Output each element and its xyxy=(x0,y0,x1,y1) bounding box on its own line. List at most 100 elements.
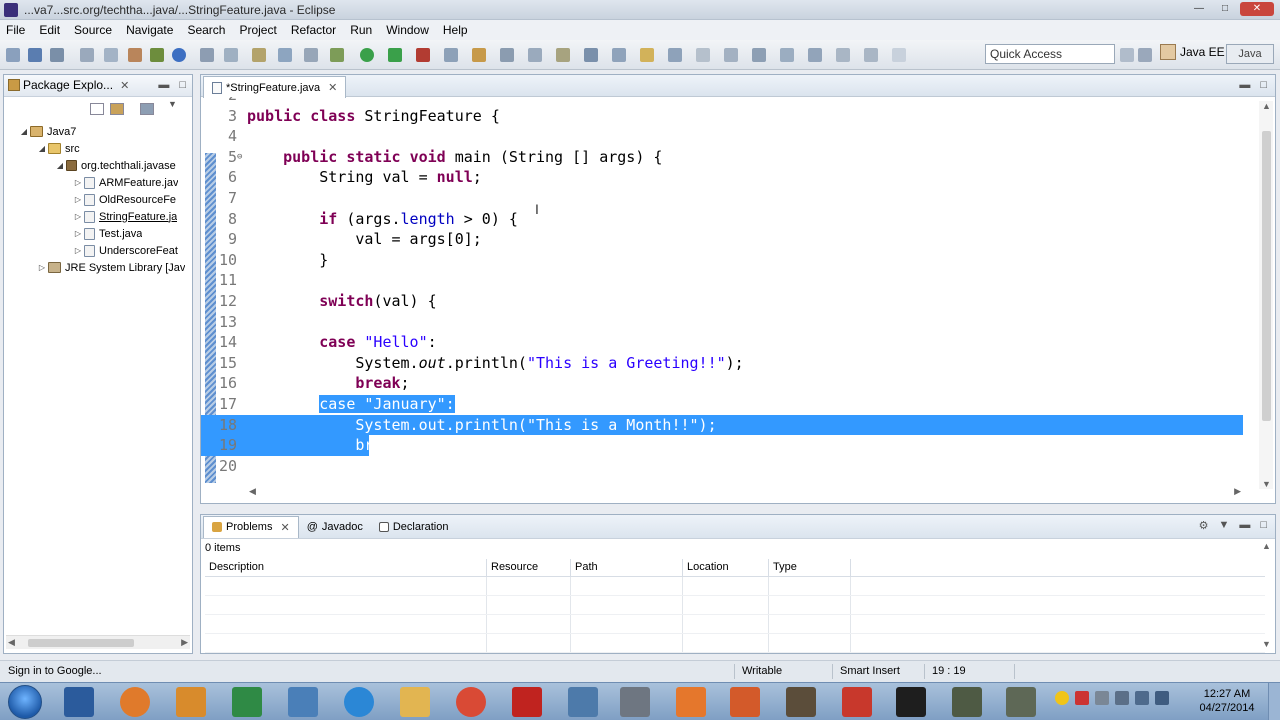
maximize-button[interactable]: □ xyxy=(1214,2,1236,16)
menu-edit[interactable]: Edit xyxy=(39,23,60,37)
maximize-view-icon[interactable]: □ xyxy=(1260,519,1267,532)
app-icon-18[interactable] xyxy=(1006,687,1036,717)
show-desktop-button[interactable] xyxy=(1268,683,1280,720)
run-icon[interactable] xyxy=(360,48,374,62)
debug-icon[interactable] xyxy=(388,48,402,62)
view-menu-icon[interactable]: ▼ xyxy=(1218,519,1229,532)
expand-arrow-icon[interactable]: ◢ xyxy=(18,127,30,136)
horizontal-scrollbar[interactable]: ◀ ▶ xyxy=(245,485,1245,499)
sign-in-link[interactable]: Sign in to Google... xyxy=(8,665,102,677)
scrollbar-thumb[interactable] xyxy=(1262,131,1271,421)
scroll-right-icon[interactable]: ▶ xyxy=(181,637,188,648)
excel-icon[interactable] xyxy=(232,687,262,717)
close-icon[interactable]: ✕ xyxy=(120,79,129,92)
collapsed-arrow-icon[interactable]: ▷ xyxy=(36,263,48,272)
code-line[interactable]: 14 case "Hello": xyxy=(201,332,1243,353)
acrobat-icon[interactable] xyxy=(512,687,542,717)
tab-javadoc[interactable]: @ Javadoc xyxy=(299,516,371,538)
close-window-button[interactable]: ✕ xyxy=(1240,2,1274,16)
tree-item-jre-library[interactable]: ▷ JRE System Library [Jav xyxy=(36,259,186,276)
link-with-editor-icon[interactable] xyxy=(110,103,124,115)
toolbar-icon-10[interactable] xyxy=(224,48,238,62)
minimize-button[interactable]: — xyxy=(1188,2,1210,16)
maximize-view-icon[interactable]: □ xyxy=(179,79,186,91)
toolbar-icon-14[interactable] xyxy=(330,48,344,62)
toolbar-icon-25[interactable] xyxy=(640,48,654,62)
code-area[interactable]: 23 public class StringFeature {45⊖ public… xyxy=(201,97,1261,485)
tree-item-stringfeature[interactable]: ▷ StringFeature.ja xyxy=(72,208,177,225)
volume-icon[interactable] xyxy=(1155,691,1169,705)
code-line[interactable]: 9 val = args[0]; xyxy=(201,229,1243,250)
toolbar-icon-34[interactable] xyxy=(892,48,906,62)
media-player-icon[interactable] xyxy=(64,687,94,717)
app-icon-14[interactable] xyxy=(786,687,816,717)
column-path[interactable]: Path xyxy=(571,559,683,576)
new-icon[interactable] xyxy=(6,48,20,62)
collapsed-arrow-icon[interactable]: ▷ xyxy=(72,229,84,238)
minimize-view-icon[interactable]: ▬ xyxy=(1239,519,1250,532)
code-line[interactable]: 11 xyxy=(201,270,1243,291)
open-perspective-icon[interactable] xyxy=(1138,48,1152,62)
toolbar-icon-20[interactable] xyxy=(500,48,514,62)
firefox-icon[interactable] xyxy=(120,687,150,717)
collapsed-arrow-icon[interactable]: ▷ xyxy=(72,212,84,221)
code-line[interactable]: 7 xyxy=(201,188,1243,209)
code-line[interactable]: 6 String val = null; xyxy=(201,167,1243,188)
perspective-java-ee[interactable]: Java EE xyxy=(1160,44,1225,60)
tree-item-java7[interactable]: ◢ Java7 xyxy=(18,123,76,140)
tab-declaration[interactable]: Declaration xyxy=(371,516,457,538)
class-tool-icon[interactable] xyxy=(150,48,164,62)
toolbar-icon-29[interactable] xyxy=(752,48,766,62)
quick-access-input[interactable]: Quick Access xyxy=(985,44,1115,64)
scroll-right-icon[interactable]: ▶ xyxy=(1234,486,1241,497)
code-line[interactable]: 2 xyxy=(201,97,1243,106)
code-line[interactable]: 17 case "January": xyxy=(201,394,1243,415)
view-menu-filter-icon[interactable]: ⚙ xyxy=(1199,519,1209,532)
app-icon-11[interactable] xyxy=(620,687,650,717)
scroll-left-icon[interactable]: ◀ xyxy=(8,637,15,648)
warning-icon[interactable] xyxy=(1055,691,1069,705)
app-icon-10[interactable] xyxy=(568,687,598,717)
system-clock[interactable]: 12:27 AM 04/27/2014 xyxy=(1196,687,1258,715)
toolbar-icon-13[interactable] xyxy=(304,48,318,62)
code-line[interactable]: 20 xyxy=(201,456,1243,477)
code-line[interactable]: 12 switch(val) { xyxy=(201,291,1243,312)
code-line[interactable]: 18 System.out.println("This is a Month!!… xyxy=(201,414,1243,436)
scroll-down-icon[interactable]: ▼ xyxy=(1262,479,1271,489)
toolbar-icon-18[interactable] xyxy=(444,48,458,62)
fold-toggle-icon[interactable]: ⊖ xyxy=(237,147,242,168)
code-line[interactable]: 15 System.out.println("This is a Greetin… xyxy=(201,353,1243,374)
view-menu-icon[interactable]: ▼ xyxy=(168,99,177,109)
editor-tab-stringfeature[interactable]: *StringFeature.java ✕ xyxy=(203,76,347,98)
code-line[interactable]: 4 xyxy=(201,126,1243,147)
collapsed-arrow-icon[interactable]: ▷ xyxy=(72,246,84,255)
expand-arrow-icon[interactable]: ◢ xyxy=(36,144,48,153)
menu-project[interactable]: Project xyxy=(239,23,276,37)
toolbar-icon-23[interactable] xyxy=(584,48,598,62)
save-icon[interactable] xyxy=(28,48,42,62)
menu-search[interactable]: Search xyxy=(187,23,225,37)
command-prompt-icon[interactable] xyxy=(896,687,926,717)
tree-item-oldresourcefeature[interactable]: ▷ OldResourceFe xyxy=(72,191,176,208)
file-explorer-icon[interactable] xyxy=(400,687,430,717)
vertical-scrollbar[interactable]: ▲ ▼ xyxy=(1259,541,1273,649)
toolbar-icon-27[interactable] xyxy=(696,48,710,62)
server-icon[interactable] xyxy=(104,48,118,62)
perspective-java[interactable]: Java xyxy=(1226,44,1274,64)
tray-app-icon-2[interactable] xyxy=(1095,691,1109,705)
menu-navigate[interactable]: Navigate xyxy=(126,23,173,37)
toolbar-icon-31[interactable] xyxy=(808,48,822,62)
globe-icon[interactable] xyxy=(172,48,186,62)
toolbar-icon-19[interactable] xyxy=(472,48,486,62)
package-explorer-tab[interactable]: Package Explo... ✕ xyxy=(8,78,129,92)
collapsed-arrow-icon[interactable]: ▷ xyxy=(72,195,84,204)
scroll-down-icon[interactable]: ▼ xyxy=(1262,639,1271,649)
code-line[interactable]: 16 break; xyxy=(201,373,1243,394)
scrollbar-thumb[interactable] xyxy=(28,639,134,647)
tab-problems[interactable]: Problems ✕ xyxy=(203,515,299,538)
code-line[interactable]: 10 } xyxy=(201,250,1243,271)
collapse-all-icon[interactable] xyxy=(90,103,104,115)
code-line[interactable]: 5 ⊖ public static void main (String [] ar… xyxy=(201,147,1243,168)
vertical-scrollbar[interactable]: ▲ ▼ xyxy=(1259,101,1273,489)
start-button[interactable] xyxy=(8,685,42,719)
